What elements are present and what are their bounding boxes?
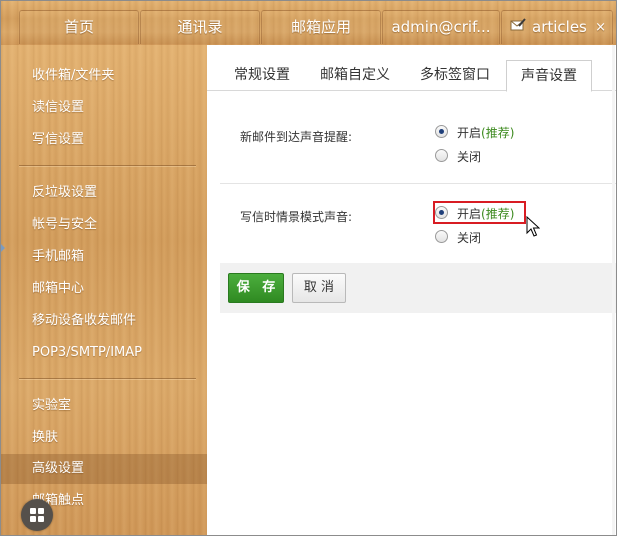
new-mail-sound-on-option[interactable]: 开启(推荐) [457, 124, 514, 141]
sidebar-item-compose-settings[interactable]: 写信设置 [1, 125, 207, 155]
new-mail-sound-off-text[interactable]: 关闭 [457, 148, 481, 165]
new-mail-sound-on-radio[interactable] [435, 125, 448, 138]
sidebar-divider [19, 378, 196, 380]
top-nav-bar: 首页 通讯录 邮箱应用 admin@crif... articles × [1, 1, 616, 45]
new-mail-sound-on-text: 开启 [457, 126, 482, 140]
compose-sound-off-radio[interactable] [435, 230, 448, 243]
sidebar-item-lab[interactable]: 实验室 [1, 391, 207, 421]
tab-contacts-label: 通讯录 [177, 18, 223, 36]
row-divider [220, 183, 616, 184]
annotation-highlight-box [433, 201, 526, 224]
scrollbar-track[interactable] [612, 45, 615, 535]
new-mail-sound-off-radio[interactable] [435, 149, 448, 162]
sidebar-item-advanced-settings[interactable]: 高级设置 [1, 454, 207, 484]
tab-mail-apps[interactable]: 邮箱应用 [261, 10, 381, 44]
tab-home-label: 首页 [63, 18, 94, 36]
subtab-general[interactable]: 常规设置 [223, 60, 301, 91]
compose-sound-label: 写信时情景模式声音: [240, 210, 353, 224]
save-button[interactable]: 保 存 [228, 273, 284, 303]
sidebar-item-inbox-folders[interactable]: 收件箱/文件夹 [1, 61, 207, 91]
cursor-icon [526, 215, 541, 242]
sidebar-item-mail-center[interactable]: 邮箱中心 [1, 274, 207, 304]
sidebar-item-anti-spam[interactable]: 反垃圾设置 [1, 178, 207, 208]
recommended-note: (推荐) [481, 126, 515, 140]
collapse-arrow-icon[interactable] [1, 244, 5, 252]
tab-contacts[interactable]: 通讯录 [140, 10, 260, 44]
subtab-multi-tab[interactable]: 多标签窗口 [409, 60, 501, 91]
sidebar-item-account-security[interactable]: 帐号与安全 [1, 210, 207, 240]
sidebar-divider [19, 165, 196, 167]
close-icon[interactable]: × [595, 11, 606, 44]
tab-account[interactable]: admin@crif... [382, 10, 500, 44]
cancel-button[interactable]: 取 消 [292, 273, 346, 303]
sidebar-item-mobile-devices[interactable]: 移动设备收发邮件 [1, 306, 207, 336]
subtab-sound[interactable]: 声音设置 [506, 60, 592, 92]
action-bar: 保 存 取 消 [220, 263, 616, 313]
new-mail-sound-label: 新邮件到达声音提醒: [240, 130, 353, 144]
tab-mail-apps-label: 邮箱应用 [290, 18, 351, 36]
tab-home[interactable]: 首页 [19, 10, 139, 44]
sidebar-item-mobile-mail[interactable]: 手机邮箱 [1, 242, 207, 272]
compose-sound-off-text[interactable]: 关闭 [457, 229, 481, 246]
grid-icon[interactable] [21, 499, 53, 531]
tab-articles-label: articles [532, 18, 587, 36]
settings-sidebar: 收件箱/文件夹 读信设置 写信设置 反垃圾设置 帐号与安全 手机邮箱 邮箱中心 … [1, 45, 207, 535]
compose-icon [510, 11, 526, 43]
sidebar-item-skin[interactable]: 换肤 [1, 423, 207, 453]
tab-account-label: admin@crif... [391, 18, 491, 36]
settings-subtabs: 常规设置 邮箱自定义 多标签窗口 声音设置 [207, 45, 616, 92]
sidebar-item-pop3-smtp-imap[interactable]: POP3/SMTP/IMAP [1, 338, 207, 368]
subtab-customize[interactable]: 邮箱自定义 [311, 60, 399, 91]
tab-articles[interactable]: articles × [501, 10, 613, 44]
settings-panel: 常规设置 邮箱自定义 多标签窗口 声音设置 新邮件到达声音提醒: 开启(推荐) … [207, 45, 616, 535]
sidebar-item-read-settings[interactable]: 读信设置 [1, 93, 207, 123]
